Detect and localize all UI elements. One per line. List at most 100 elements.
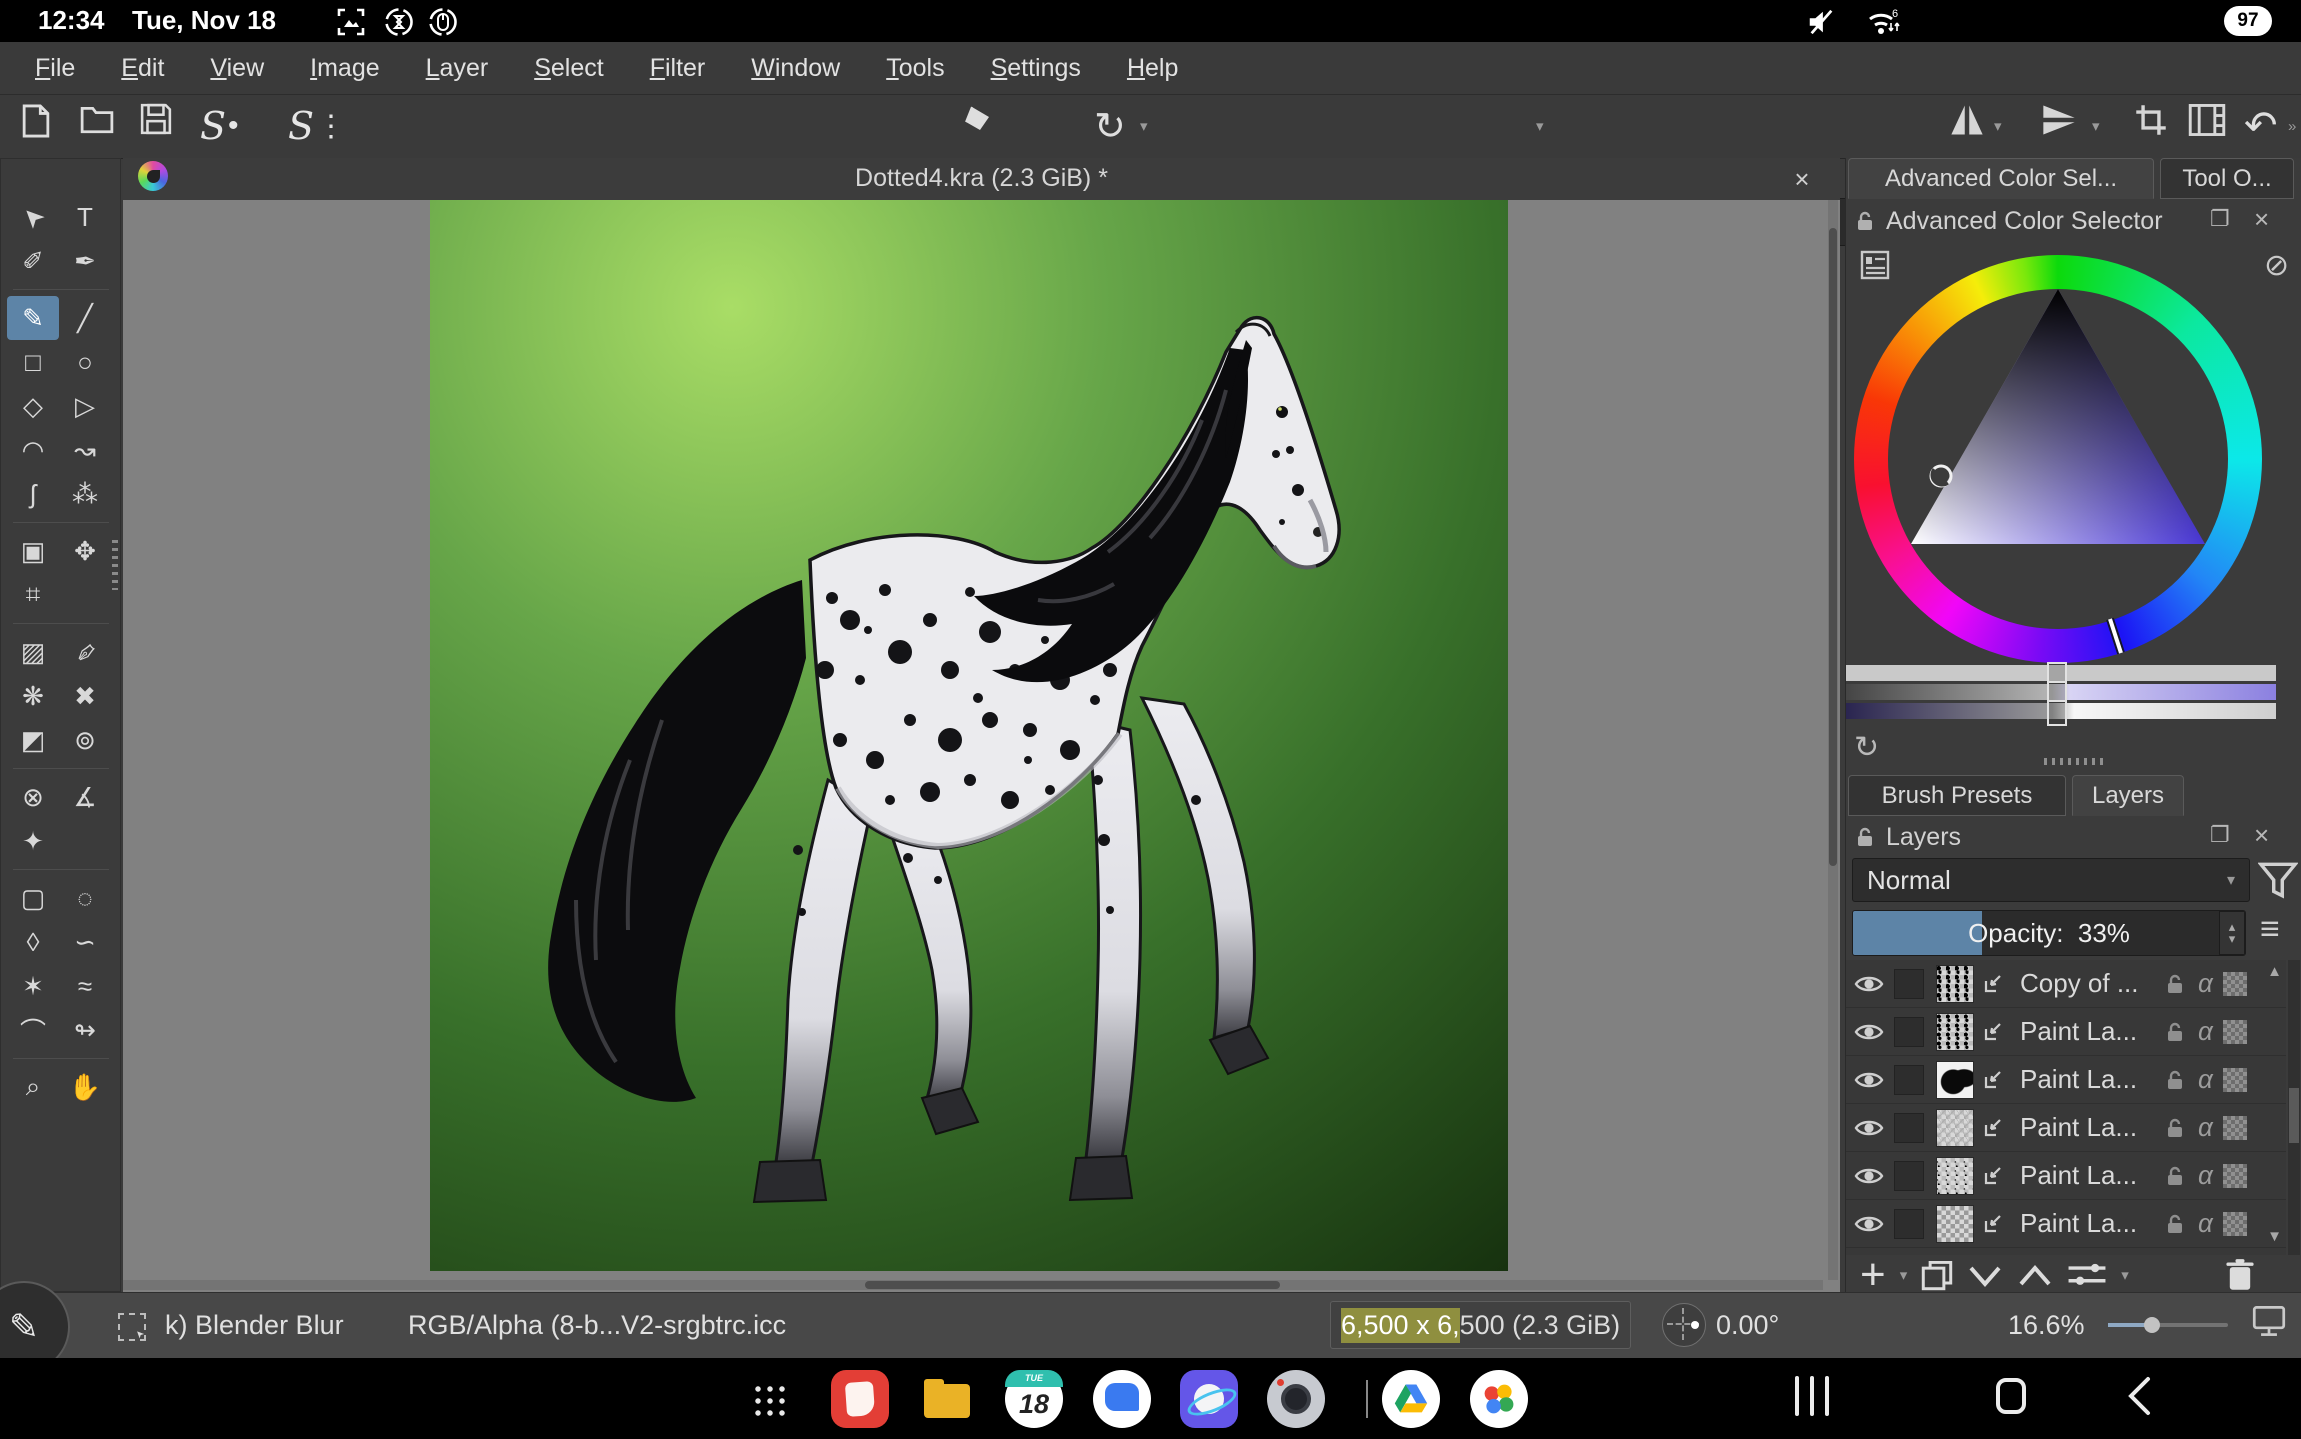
menu-window[interactable]: Window xyxy=(728,54,863,83)
opacity-dropdown-icon[interactable]: ▾ xyxy=(1536,103,1544,149)
menu-help[interactable]: Help xyxy=(1104,54,1201,83)
move-layer-down-button[interactable] xyxy=(1967,1260,2003,1290)
inherit-alpha-icon[interactable] xyxy=(1982,1117,2004,1139)
layer-filter-icon[interactable] xyxy=(2258,860,2298,900)
undo-icon[interactable]: ↶ xyxy=(2244,103,2278,149)
menu-filter[interactable]: Filter xyxy=(627,54,729,83)
tool-rectangle[interactable]: □ xyxy=(7,340,59,384)
tool-gradient[interactable]: ▨ xyxy=(7,630,59,674)
tool-pan[interactable]: ✋ xyxy=(59,1065,111,1109)
alpha-inherit-icon[interactable]: α xyxy=(2198,1064,2213,1095)
duplicate-layer-button[interactable] xyxy=(1921,1259,1953,1291)
messages-app-icon[interactable] xyxy=(1093,1370,1151,1428)
tool-bezier-select[interactable]: ⌒ xyxy=(7,1008,59,1052)
canvas-dimensions[interactable]: 6,500 x 6,500 (2.3 GiB) xyxy=(1330,1301,1631,1349)
canvas-h-scroll-thumb[interactable] xyxy=(865,1281,1280,1289)
nav-home-button[interactable] xyxy=(1996,1378,2026,1414)
layer-row[interactable]: Paint La... α xyxy=(1846,1104,2286,1152)
menu-settings[interactable]: Settings xyxy=(968,54,1104,83)
new-document-icon[interactable] xyxy=(22,103,52,149)
docker-lock-icon[interactable] xyxy=(1854,210,1876,232)
inherit-alpha-icon[interactable] xyxy=(1982,1165,2004,1187)
alpha-inherit-icon[interactable]: α xyxy=(2198,1112,2213,1143)
nav-back-button[interactable] xyxy=(2126,1376,2152,1416)
visibility-eye-icon[interactable] xyxy=(1854,1165,1884,1187)
inherit-alpha-icon[interactable] xyxy=(1982,973,2004,995)
list-scroll-up-icon[interactable]: ▲ xyxy=(2267,963,2282,980)
visibility-eye-icon[interactable] xyxy=(1854,1213,1884,1235)
sv-triangle[interactable] xyxy=(1854,255,2262,663)
toolbox-drag-handle[interactable] xyxy=(112,540,118,590)
docker-lock-icon[interactable] xyxy=(1854,826,1876,848)
layer-lock-icon[interactable] xyxy=(2164,1021,2186,1043)
layer-options-icon[interactable]: ≡ xyxy=(2260,910,2280,949)
visibility-eye-icon[interactable] xyxy=(1854,973,1884,995)
canvas-rotation[interactable]: 0.00° xyxy=(1716,1310,1779,1341)
rotation-dial-icon[interactable] xyxy=(1662,1303,1706,1347)
visibility-eye-icon[interactable] xyxy=(1854,1021,1884,1043)
tab-advanced-color-selector[interactable]: Advanced Color Sel... xyxy=(1848,158,2154,199)
camera-app-icon[interactable] xyxy=(1267,1370,1325,1428)
alpha-lock-icon[interactable] xyxy=(2223,1212,2247,1236)
shade-strip-2[interactable] xyxy=(1846,684,2276,700)
alpha-lock-icon[interactable] xyxy=(2223,1068,2247,1092)
tool-smart-patch[interactable]: ❋ xyxy=(7,674,59,718)
tool-polygon-select[interactable]: ◊ xyxy=(7,920,59,964)
alpha-lock-icon[interactable] xyxy=(2223,1116,2247,1140)
layer-list-scroll-thumb[interactable] xyxy=(2289,1088,2299,1143)
layer-thumbnail[interactable] xyxy=(1936,1013,1974,1051)
layer-thumbnail[interactable] xyxy=(1936,965,1974,1003)
tool-reference-images[interactable]: ✦ xyxy=(7,819,59,863)
tool-transform-select[interactable]: ➤ xyxy=(7,195,59,239)
delete-layer-button[interactable] xyxy=(2225,1258,2255,1292)
docker-close-icon[interactable]: × xyxy=(2254,204,2269,235)
menu-tools[interactable]: Tools xyxy=(863,54,967,83)
document-close-icon[interactable]: × xyxy=(1785,162,1819,196)
tool-similar-select[interactable]: ≈ xyxy=(59,964,111,1008)
tool-dynamic-brush[interactable]: ʃ xyxy=(7,472,59,516)
photos-app-icon[interactable] xyxy=(1470,1370,1528,1428)
tool-zoom[interactable]: ⌕ xyxy=(7,1065,59,1109)
current-brush-name[interactable]: k) Blender Blur xyxy=(165,1310,344,1341)
layer-lock-icon[interactable] xyxy=(2164,1165,2186,1187)
eraser-toggle-icon[interactable] xyxy=(962,103,992,149)
layer-thumbnail[interactable] xyxy=(1936,1205,1974,1243)
layer-color-label[interactable] xyxy=(1894,1113,1924,1143)
zoom-level[interactable]: 16.6% xyxy=(2008,1310,2085,1341)
tool-magnetic-select[interactable]: ↬ xyxy=(59,1008,111,1052)
menu-image[interactable]: Image xyxy=(287,54,403,83)
brush-stroke-stabilized-icon[interactable]: S⋮ xyxy=(288,103,346,149)
alpha-lock-icon[interactable] xyxy=(2223,972,2247,996)
tab-tool-options[interactable]: Tool O... xyxy=(2160,158,2294,199)
layer-thumbnail[interactable] xyxy=(1936,1061,1974,1099)
layer-lock-icon[interactable] xyxy=(2164,1069,2186,1091)
docker-float-icon[interactable]: ❐ xyxy=(2210,206,2230,232)
zoom-slider-thumb[interactable] xyxy=(2144,1317,2160,1333)
shade-strip-3-handle[interactable] xyxy=(2047,700,2067,726)
move-layer-up-button[interactable] xyxy=(2017,1260,2053,1290)
tool-freehand-brush[interactable]: ✎ xyxy=(7,296,59,340)
layer-thumbnail[interactable] xyxy=(1936,1157,1974,1195)
tool-transform[interactable]: ▣ xyxy=(7,529,59,573)
visibility-eye-icon[interactable] xyxy=(1854,1117,1884,1139)
inherit-alpha-icon[interactable] xyxy=(1982,1021,2004,1043)
document-tab-title[interactable]: Dotted4.kra (2.3 GiB) * xyxy=(123,164,1840,193)
zoom-slider[interactable] xyxy=(2108,1323,2228,1327)
tool-crop[interactable]: ⌗ xyxy=(7,573,59,617)
canvas-v-scroll-thumb[interactable] xyxy=(1829,228,1837,866)
inherit-alpha-icon[interactable] xyxy=(1982,1069,2004,1091)
layer-row[interactable]: Copy of ... α ▲ xyxy=(1846,960,2286,1008)
color-profile[interactable]: RGB/Alpha (8-b...V2-srgbtrc.icc xyxy=(408,1310,786,1341)
layer-properties-dropdown-icon[interactable]: ▾ xyxy=(2121,1266,2129,1284)
canvas-h-scrollbar[interactable] xyxy=(123,1280,1823,1290)
notes-app-icon[interactable] xyxy=(831,1370,889,1428)
layer-blend-mode-dropdown[interactable]: Normal ▾ xyxy=(1852,858,2250,902)
mirror-horizontal-dropdown-icon[interactable]: ▾ xyxy=(1994,103,2002,149)
layer-opacity-slider[interactable]: Opacity: 33% ▴▾ xyxy=(1852,910,2246,956)
canvas[interactable] xyxy=(123,200,1840,1292)
tool-multibrush[interactable]: ⁂ xyxy=(59,472,111,516)
panel-splitter-handle[interactable] xyxy=(2044,758,2104,765)
trim-to-image-icon[interactable] xyxy=(2134,103,2168,149)
inherit-alpha-icon[interactable] xyxy=(1982,1213,2004,1235)
layer-lock-icon[interactable] xyxy=(2164,1117,2186,1139)
